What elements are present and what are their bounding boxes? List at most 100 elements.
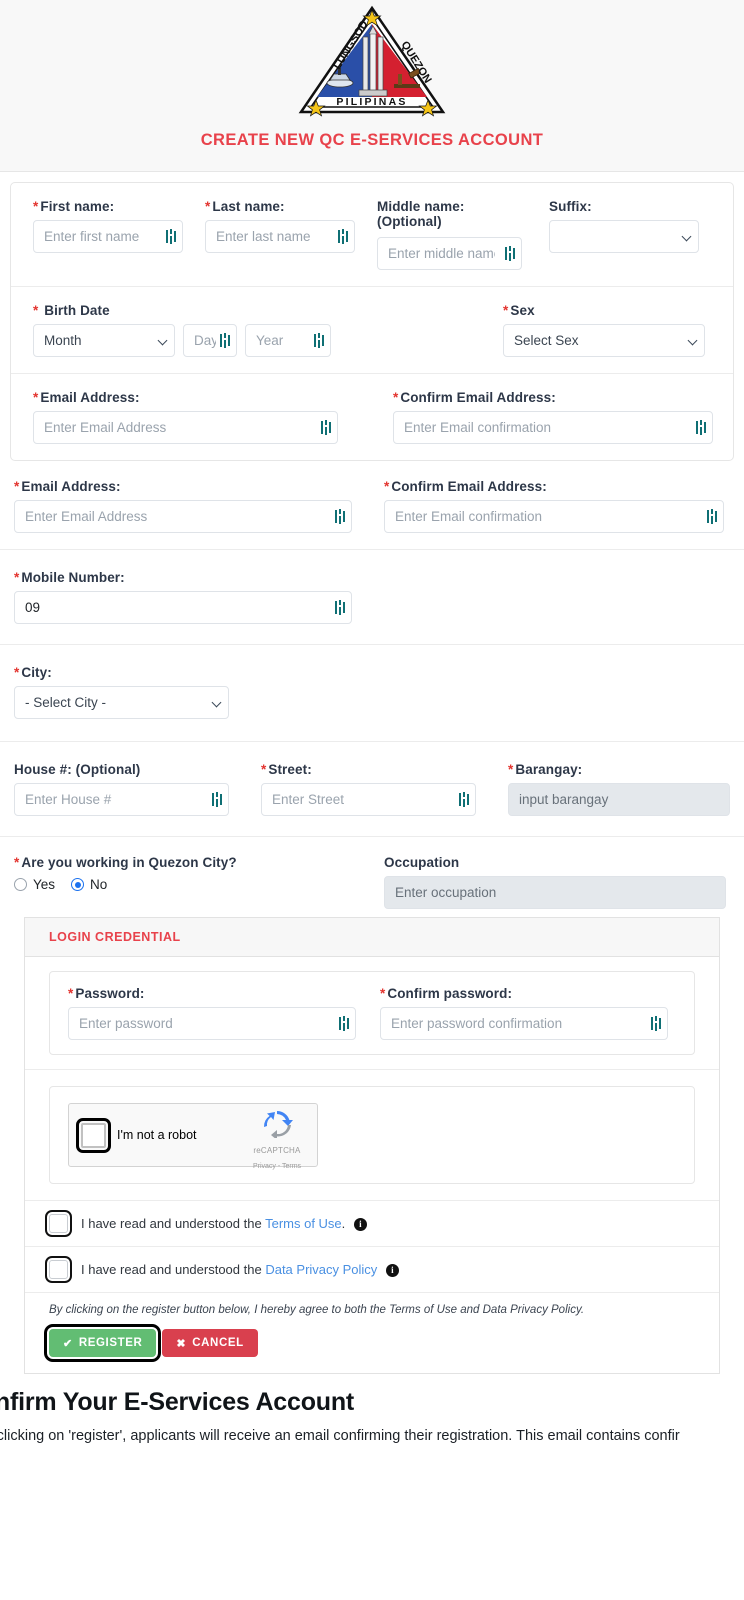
- terms-suffix: .: [341, 1216, 346, 1231]
- close-icon: ✖: [176, 1337, 187, 1350]
- street-input[interactable]: [261, 783, 476, 816]
- suffix-label: Suffix:: [549, 199, 592, 214]
- occupation-field[interactable]: [384, 876, 726, 909]
- city-select[interactable]: - Select City -: [14, 686, 229, 719]
- confirm-email-label: * Confirm Email Address:: [393, 390, 556, 405]
- email-field-2[interactable]: [14, 500, 352, 533]
- confirm-account-section: Confirm Your E-Services Account After cl…: [0, 1388, 744, 1447]
- info-icon[interactable]: i: [353, 1218, 367, 1231]
- last-name-label: * Last name:: [205, 199, 285, 214]
- password-block: *Password: *Confirm password:: [25, 957, 719, 1070]
- email-input-2[interactable]: [14, 500, 352, 533]
- info-icon[interactable]: i: [385, 1264, 399, 1277]
- mobile-field[interactable]: [14, 591, 352, 624]
- recaptcha-widget[interactable]: I'm not a robot reCAPTCHA Privacy - Term…: [68, 1103, 318, 1170]
- city-row: * City: - Select City -: [0, 644, 744, 741]
- name-row: *First name: *Last name: Middle name: (O…: [11, 183, 733, 287]
- middle-name-field[interactable]: [377, 237, 522, 270]
- confirm-email-input[interactable]: [393, 411, 713, 444]
- sex-field[interactable]: Select Sex: [503, 324, 705, 357]
- birth-month-select[interactable]: Month: [33, 324, 175, 357]
- confirm-email-field-2[interactable]: [384, 500, 724, 533]
- required-asterisk: *: [508, 762, 514, 777]
- password-label: * Password:: [68, 986, 145, 1001]
- recaptcha-block: I'm not a robot reCAPTCHA Privacy - Term…: [25, 1070, 719, 1201]
- suffix-select[interactable]: [549, 220, 699, 253]
- birth-day-input[interactable]: [183, 324, 237, 357]
- data-privacy-link[interactable]: Data Privacy Policy: [265, 1262, 377, 1277]
- city-field[interactable]: - Select City -: [14, 686, 229, 719]
- terms-of-use-checkbox[interactable]: [45, 1210, 72, 1237]
- password-field[interactable]: [68, 1007, 356, 1040]
- first-name-field[interactable]: [33, 220, 183, 253]
- email-label: * Email Address:: [33, 390, 140, 405]
- qc-seal-logo: LUNGSOD QUEZON PILIPINAS: [297, 4, 447, 117]
- required-asterisk: *: [33, 303, 39, 318]
- register-button[interactable]: ✔ REGISTER: [43, 1324, 162, 1362]
- data-privacy-text: I have read and understood the Data Priv…: [81, 1262, 399, 1277]
- terms-of-use-link[interactable]: Terms of Use: [265, 1216, 342, 1231]
- sex-label: * Sex: [503, 303, 535, 318]
- confirm-account-paragraph: After clicking on 'register', applicants…: [0, 1428, 680, 1444]
- required-asterisk: *: [393, 390, 399, 405]
- required-asterisk: *: [14, 855, 20, 870]
- password-input[interactable]: [68, 1007, 356, 1040]
- recaptcha-branding: reCAPTCHA Privacy - Terms: [246, 1110, 308, 1171]
- work-row: * Are you working in Quezon City? Yes No …: [0, 836, 744, 917]
- recaptcha-legal-links[interactable]: Privacy - Terms: [253, 1163, 301, 1170]
- required-asterisk: *: [503, 303, 509, 318]
- middle-name-input[interactable]: [377, 237, 522, 270]
- birthdate-row: * Birth Date Month Day Year * Sex Select…: [11, 287, 733, 374]
- middle-name-label: Middle name: (Optional): [377, 199, 465, 229]
- street-field[interactable]: [261, 783, 476, 816]
- work-question-label: * Are you working in Quezon City?: [14, 855, 237, 870]
- recaptcha-logo-icon: [261, 1111, 293, 1141]
- birth-day-field[interactable]: [183, 324, 237, 357]
- required-asterisk: *: [261, 762, 267, 777]
- required-asterisk: *: [14, 479, 20, 494]
- first-name-input[interactable]: [33, 220, 183, 253]
- house-input[interactable]: [14, 783, 229, 816]
- birth-year-input[interactable]: [245, 324, 331, 357]
- recaptcha-brand-name: reCAPTCHA: [253, 1146, 301, 1155]
- confirm-email-input-2[interactable]: [384, 500, 724, 533]
- required-asterisk: *: [384, 479, 390, 494]
- city-label: * City:: [14, 665, 52, 680]
- email-input[interactable]: [33, 411, 338, 444]
- required-asterisk: *: [33, 199, 39, 214]
- mobile-input[interactable]: [14, 591, 352, 624]
- work-yes-label[interactable]: Yes: [33, 877, 55, 892]
- work-yes-radio[interactable]: [14, 878, 27, 891]
- recaptcha-checkbox[interactable]: [76, 1117, 111, 1153]
- barangay-input[interactable]: [508, 783, 730, 816]
- confirm-password-input[interactable]: [380, 1007, 668, 1040]
- cancel-button[interactable]: ✖ CANCEL: [162, 1329, 258, 1357]
- email-field[interactable]: [33, 411, 338, 444]
- work-no-radio[interactable]: [71, 878, 85, 891]
- logo-text-pilipinas: PILIPINAS: [336, 96, 407, 108]
- last-name-input[interactable]: [205, 220, 355, 253]
- confirm-email-field[interactable]: [393, 411, 713, 444]
- data-privacy-checkbox[interactable]: [45, 1256, 72, 1283]
- email-label-2: * Email Address:: [14, 479, 121, 494]
- suffix-field[interactable]: [549, 220, 699, 253]
- required-asterisk: *: [33, 390, 39, 405]
- terms-prefix: I have read and understood the: [81, 1216, 262, 1231]
- cancel-button-label: CANCEL: [192, 1337, 244, 1349]
- address-row: House #: (Optional) *Street: *Barangay:: [0, 741, 744, 836]
- password-inner-box: *Password: *Confirm password:: [49, 971, 695, 1055]
- last-name-field[interactable]: [205, 220, 355, 253]
- privacy-prefix: I have read and understood the: [81, 1262, 262, 1277]
- first-name-label: * First name:: [33, 199, 115, 214]
- birth-month-field[interactable]: Month: [33, 324, 175, 357]
- register-agreement-note: By clicking on the register button below…: [49, 1304, 585, 1316]
- confirm-email-label-2: * Confirm Email Address:: [384, 479, 547, 494]
- barangay-field[interactable]: [508, 783, 730, 816]
- occupation-input[interactable]: [384, 876, 726, 909]
- mobile-label: * Mobile Number:: [14, 570, 125, 585]
- sex-select[interactable]: Select Sex: [503, 324, 705, 357]
- birth-year-field[interactable]: [245, 324, 331, 357]
- confirm-password-field[interactable]: [380, 1007, 668, 1040]
- house-field[interactable]: [14, 783, 229, 816]
- work-no-label[interactable]: No: [90, 877, 107, 892]
